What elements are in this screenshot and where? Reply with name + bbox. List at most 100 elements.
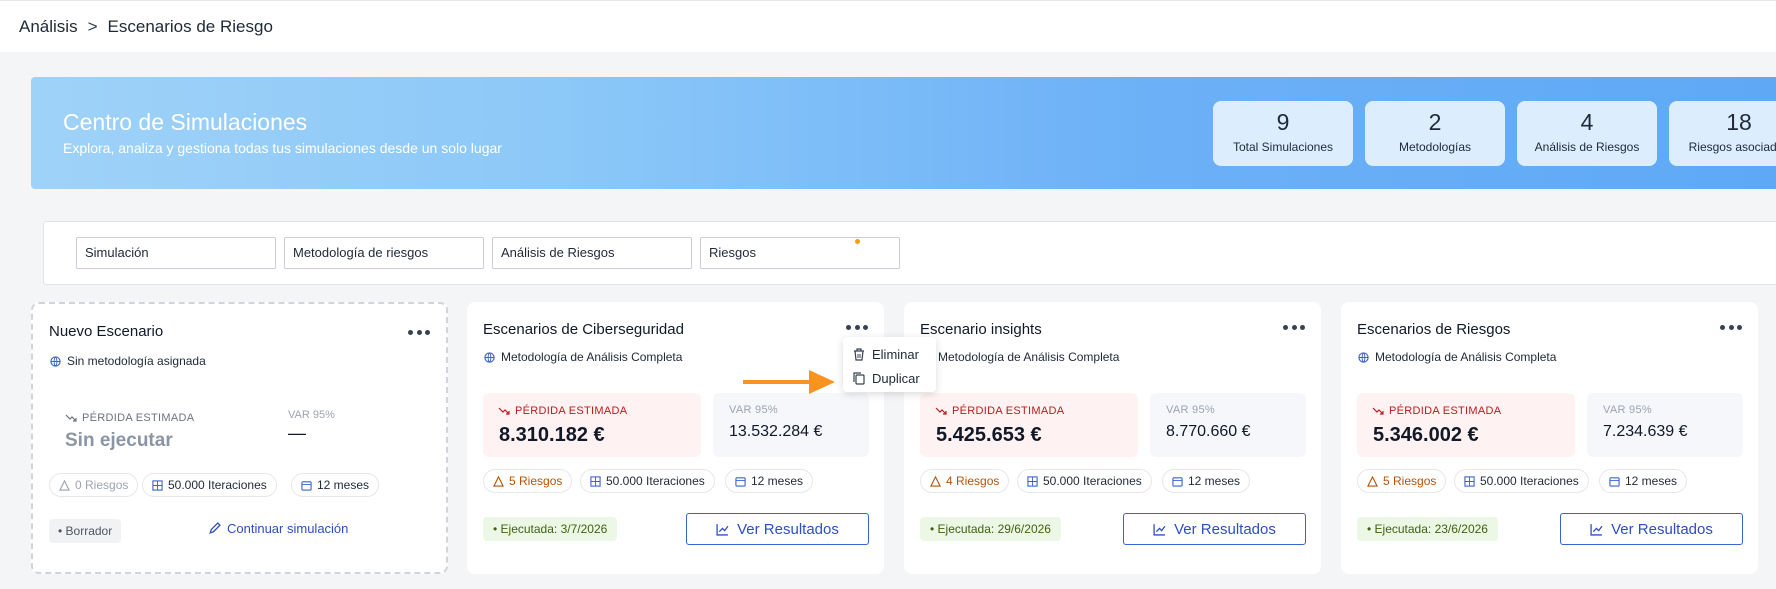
trending-down-icon [935,407,947,415]
pencil-icon [209,522,221,534]
months-chip: 12 meses [725,469,814,493]
trending-down-icon [65,414,77,422]
card-title: Escenarios de Ciberseguridad [483,321,684,338]
methodology-label: Metodología de Análisis Completa [501,350,683,364]
view-results-button[interactable]: Ver Resultados [686,513,869,545]
trash-icon [854,347,864,361]
warning-icon [1367,475,1378,487]
simulation-filter[interactable]: Simulación [76,237,276,269]
warning-icon [493,475,504,487]
methodology-label: Metodología de Análisis Completa [938,350,1120,364]
grid-icon [1464,475,1475,487]
trending-down-icon [1372,407,1384,415]
methodology-label: Metodología de Análisis Completa [1375,350,1557,364]
chart-line-icon [1153,523,1166,536]
var-label: VAR 95% [288,409,335,421]
var-value: — [288,423,306,443]
stat-value: 9 [1276,109,1290,135]
breadcrumb: Análisis > Escenarios de Riesgo [0,0,1776,52]
estimated-loss-label: PÉRDIDA ESTIMADA [65,412,194,424]
scenario-card-riesgos[interactable]: Escenarios de Riesgos Metodología de Aná… [1341,302,1758,574]
var-label: VAR 95% [1603,404,1652,416]
stat-value: 18 [1726,109,1752,135]
banner-subtitle: Explora, analiza y gestiona todas tus si… [63,140,502,156]
risks-filter[interactable]: Riesgos [700,237,900,269]
continue-simulation-link[interactable]: Continuar simulación [208,521,348,536]
executed-badge: • Ejecutada: 29/6/2026 [920,517,1061,541]
breadcrumb-separator: > [87,16,98,36]
stat-label: Análisis de Riesgos [1534,140,1640,154]
globe-icon [484,351,495,363]
breadcrumb-item-analisis[interactable]: Análisis [19,17,78,37]
risks-chip: 5 Riesgos [483,469,573,493]
var-value: 7.234.639 € [1603,423,1688,440]
estimated-loss-box: PÉRDIDA ESTIMADA 8.310.182 € [483,393,701,457]
view-results-button[interactable]: Ver Resultados [1560,513,1743,545]
card-methodology: Metodología de Análisis Completa [921,350,1119,364]
stat-value: 2 [1428,109,1442,135]
months-chip: 12 meses [291,473,380,497]
calendar-icon [1609,476,1620,487]
methodology-filter[interactable]: Metodología de riesgos [284,237,484,269]
filter-bar: Simulación Metodología de riesgos Anális… [43,221,1776,285]
stat-label: Metodologías [1398,140,1472,154]
card-context-menu: Eliminar Duplicar [843,337,936,392]
scenario-card-draft[interactable]: Nuevo Escenario Sin metodología asignada… [31,302,448,574]
calendar-icon [1172,476,1183,487]
more-options-icon[interactable] [1720,320,1742,334]
calendar-icon [735,476,746,487]
var-value: 8.770.660 € [1166,423,1251,440]
executed-badge: • Ejecutada: 23/6/2026 [1357,517,1498,541]
var-label: VAR 95% [729,404,778,416]
cursor-dot [855,239,860,244]
estimated-loss-value: 5.425.653 € [936,424,1042,446]
var-box: VAR 95% 7.234.639 € [1587,393,1743,457]
stat-value: 4 [1580,109,1594,135]
view-results-button[interactable]: Ver Resultados [1123,513,1306,545]
months-chip: 12 meses [1162,469,1251,493]
stat-total-simulations: 9 Total Simulaciones [1213,101,1353,166]
estimated-loss-label: PÉRDIDA ESTIMADA [1372,405,1501,417]
card-title: Escenario insights [920,321,1042,338]
var-value: 13.532.284 € [729,423,823,440]
more-options-icon[interactable] [408,325,430,339]
banner-title: Centro de Simulaciones [63,109,308,135]
var-label: VAR 95% [1166,404,1215,416]
iterations-chip: 50.000 Iteraciones [1017,469,1152,493]
more-options-icon[interactable] [846,320,868,334]
calendar-icon [301,480,312,491]
warning-icon [930,475,941,487]
estimated-loss-value: 5.346.002 € [1373,424,1479,446]
menu-item-duplicate[interactable]: Duplicar [853,368,920,388]
scenario-card-insights[interactable]: Escenario insights Metodología de Anális… [904,302,1321,574]
breadcrumb-item-current: Escenarios de Riesgo [107,16,273,36]
card-methodology: Metodología de Análisis Completa [484,350,682,364]
chart-line-icon [1590,523,1603,536]
months-chip: 12 meses [1599,469,1688,493]
stat-label: Total Simulaciones [1232,140,1334,154]
var-box: VAR 95% 13.532.284 € [713,393,869,457]
globe-icon [50,355,61,367]
card-title: Escenarios de Riesgos [1357,321,1511,338]
iterations-chip: 50.000 Iteraciones [1454,469,1589,493]
more-options-icon[interactable] [1283,320,1305,334]
trending-down-icon [498,407,510,415]
menu-item-delete[interactable]: Eliminar [853,344,919,364]
scenario-card-ciberseguridad[interactable]: Escenarios de Ciberseguridad Metodología… [467,302,884,574]
stat-methodologies: 2 Metodologías [1365,101,1505,166]
risk-analysis-filter[interactable]: Análisis de Riesgos [492,237,692,269]
card-methodology: Sin metodología asignada [50,354,206,368]
card-title: Nuevo Escenario [49,323,164,340]
card-methodology: Metodología de Análisis Completa [1358,350,1556,364]
arrow-right-icon [743,370,835,394]
estimated-loss-value: 8.310.182 € [499,424,605,446]
copy-icon [853,371,865,385]
simulations-banner: Centro de Simulaciones Explora, analiza … [31,77,1776,189]
risks-chip: 5 Riesgos [1357,469,1447,493]
stat-label: Riesgos asociados [1688,140,1776,154]
stat-associated-risks: 18 Riesgos asociados [1669,101,1776,166]
estimated-loss-label: PÉRDIDA ESTIMADA [498,405,627,417]
estimated-loss-label: PÉRDIDA ESTIMADA [935,405,1064,417]
warning-icon [59,479,70,491]
risks-chip: 4 Riesgos [920,469,1010,493]
